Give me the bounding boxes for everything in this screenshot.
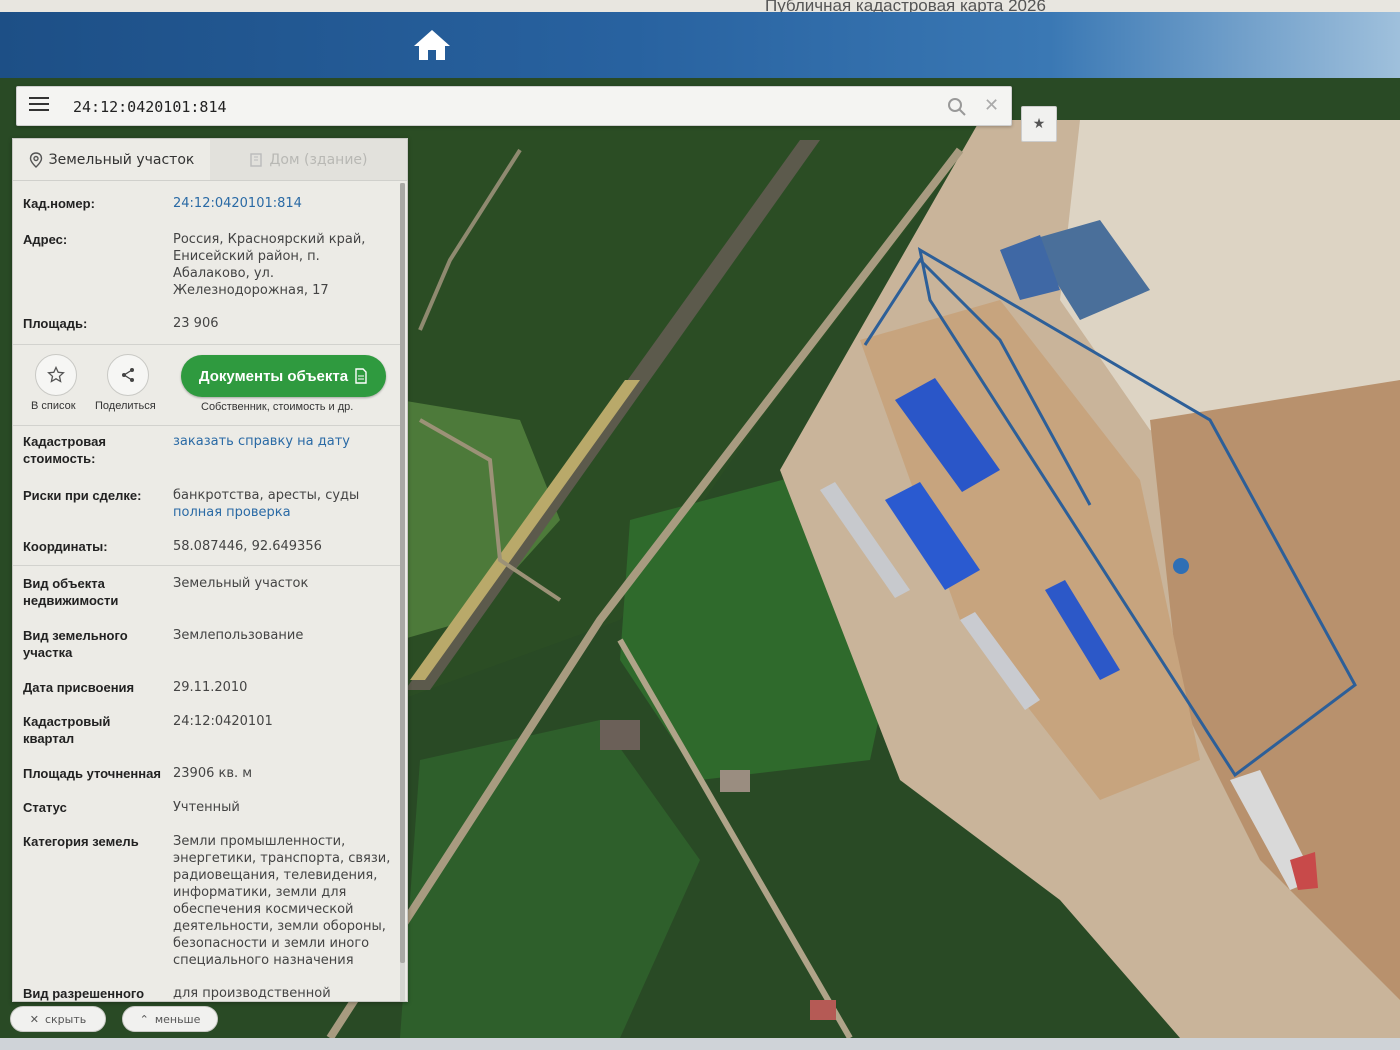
status-value: Учтенный — [173, 800, 240, 815]
close-icon: ✕ — [29, 1012, 39, 1026]
field-label: Кадастровая стоимость: — [23, 434, 106, 466]
field-label: Категория земель — [23, 834, 139, 849]
add-to-list-label: В список — [31, 400, 76, 412]
search-bar: ✕ — [16, 86, 1012, 126]
search-icon[interactable] — [947, 97, 967, 117]
tab-building[interactable]: Дом (здание) — [210, 139, 407, 180]
divider — [13, 425, 403, 426]
field-label: Координаты: — [23, 539, 108, 554]
docs-button-label: Документы объекта — [198, 367, 349, 385]
panel-scrollbar[interactable] — [400, 183, 405, 1001]
star-icon: ★ — [1032, 116, 1046, 132]
hide-panel-button[interactable]: ✕ скрыть — [10, 1006, 106, 1032]
land-type-value: Землепользование — [173, 628, 304, 643]
tab-label: Земельный участок — [48, 151, 195, 168]
field-label: Вид разрешенного — [23, 986, 145, 1001]
order-certificate-link[interactable]: заказать справку на дату — [173, 433, 393, 450]
field-label: Адрес: — [23, 232, 68, 247]
building-icon — [250, 152, 263, 167]
share-label: Поделиться — [95, 400, 156, 412]
divider — [13, 344, 403, 345]
menu-icon[interactable] — [29, 97, 49, 115]
area-value: 23 906 — [173, 316, 219, 331]
field-label: Дата присвоения — [23, 680, 135, 695]
chevron-up-icon: ⌃ — [139, 1012, 149, 1026]
object-type-value: Земельный участок — [173, 576, 309, 591]
tab-bar: Земельный участок Дом (здание) — [13, 139, 407, 181]
field-label: Площадь уточненная — [23, 766, 161, 781]
full-check-link[interactable]: полная проверка — [173, 504, 393, 521]
action-bar: В список Поделиться Документы объекта Со… — [13, 349, 403, 423]
taskbar — [0, 1038, 1400, 1050]
share-button[interactable] — [107, 354, 149, 396]
add-to-list-button[interactable] — [35, 354, 77, 396]
search-input[interactable] — [73, 93, 933, 121]
field-label: Статус — [23, 800, 67, 815]
star-icon — [47, 366, 65, 383]
share-icon — [122, 368, 134, 382]
field-label: Риски при сделке: — [23, 488, 142, 503]
tab-label: Дом (здание) — [269, 151, 368, 168]
document-icon — [355, 368, 367, 384]
less-label: меньше — [154, 1012, 201, 1026]
tab-land-plot[interactable]: Земельный участок — [13, 139, 210, 180]
docs-subtitle: Собственник, стоимость и др. — [201, 401, 354, 413]
cadastral-quarter-value: 24:12:0420101 — [173, 714, 273, 729]
assignment-date-value: 29.11.2010 — [173, 680, 248, 695]
scrollbar-thumb[interactable] — [400, 183, 405, 963]
risks-value: банкротства, аресты, суды — [173, 488, 360, 503]
address-value: Россия, Красноярский край, Енисейский ра… — [173, 232, 366, 298]
pin-icon — [29, 151, 42, 168]
land-category-value: Земли промышленности, энергетики, трансп… — [173, 834, 391, 968]
divider — [13, 565, 403, 566]
info-panel: Земельный участок Дом (здание) Кад.номер… — [12, 138, 408, 1002]
permitted-use-value: для производственной — [173, 986, 331, 1001]
coordinates-value: 58.087446, 92.649356 — [173, 539, 322, 554]
cadastral-number-link[interactable]: 24:12:0420101:814 — [173, 195, 393, 212]
close-icon[interactable]: ✕ — [984, 95, 999, 116]
field-label: Площадь: — [23, 316, 88, 331]
hide-label: скрыть — [44, 1012, 87, 1026]
collapse-panel-button[interactable]: ⌃ меньше — [122, 1006, 218, 1032]
refined-area-value: 23906 кв. м — [173, 766, 253, 781]
field-label: Кадастровый квартал — [23, 714, 111, 746]
field-label: Вид земельного участка — [23, 628, 128, 660]
field-label: Кад.номер: — [23, 196, 95, 211]
object-documents-button[interactable]: Документы объекта — [181, 355, 386, 397]
home-icon[interactable] — [412, 28, 452, 62]
field-label: Вид объекта недвижимости — [23, 576, 119, 608]
favorites-button[interactable]: ★ — [1021, 106, 1057, 142]
pin-icon[interactable] — [1173, 558, 1189, 574]
